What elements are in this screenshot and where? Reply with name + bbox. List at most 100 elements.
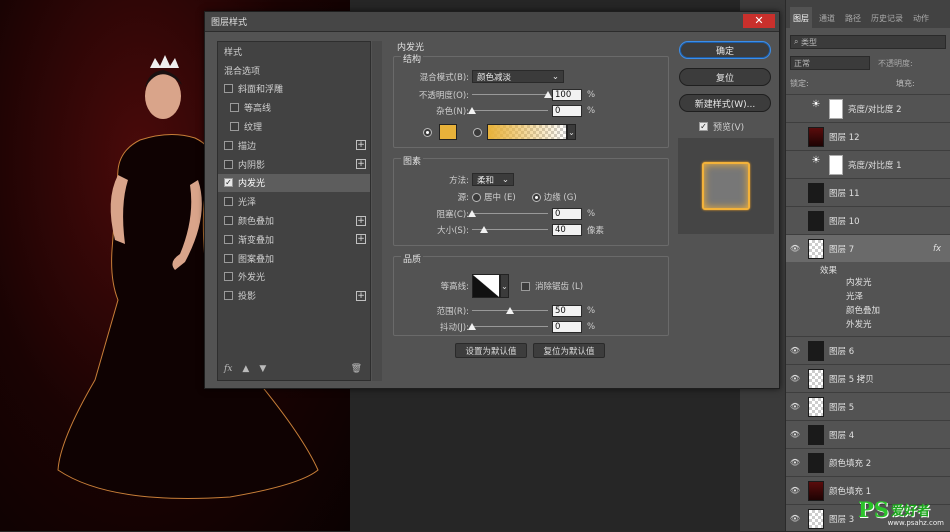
antialias-checkbox[interactable] [521, 281, 530, 291]
noise-input[interactable]: 0 [552, 105, 582, 117]
close-button[interactable]: ✕ [743, 14, 775, 28]
effect-item[interactable]: 内发光 [786, 276, 950, 288]
preview-label[interactable]: 预览(V) [713, 120, 744, 133]
chevron-down-icon[interactable]: ⌄ [567, 124, 576, 140]
move-down-icon[interactable]: ▼ [259, 364, 266, 374]
range-input[interactable]: 50 [552, 305, 582, 317]
layer-row[interactable]: 👁 图层 5 拷贝 [786, 364, 950, 392]
eye-icon[interactable]: 👁 [786, 374, 804, 383]
add-style-icon[interactable]: + [356, 140, 366, 151]
layer-row[interactable]: 图层 10 [786, 206, 950, 234]
size-input[interactable]: 40 [552, 224, 582, 236]
layer-row[interactable]: ☀ 亮度/对比度 1 [786, 150, 950, 178]
style-item-checkbox[interactable] [230, 103, 239, 113]
contour-preview[interactable] [472, 274, 500, 298]
style-item[interactable]: 混合选项 [218, 61, 370, 80]
eye-icon[interactable]: 👁 [786, 430, 804, 439]
add-style-icon[interactable]: + [356, 215, 366, 226]
layer-row[interactable]: 图层 11 [786, 178, 950, 206]
source-edge-label[interactable]: 边缘 (G) [544, 191, 577, 203]
solid-color-radio[interactable] [423, 127, 432, 137]
trash-icon[interactable]: 🗑 [351, 364, 362, 374]
source-edge-radio[interactable] [531, 192, 541, 202]
set-default-button[interactable]: 设置为默认值 [455, 343, 527, 358]
gradient-radio[interactable] [473, 127, 482, 137]
layer-row[interactable]: 👁 图层 6 [786, 336, 950, 364]
layer-row[interactable]: 图层 12 [786, 122, 950, 150]
choke-slider[interactable] [468, 210, 548, 217]
eye-icon[interactable]: 👁 [786, 244, 804, 253]
add-style-icon[interactable]: + [356, 159, 366, 170]
style-item[interactable]: 外发光 [218, 268, 370, 287]
source-center-label[interactable]: 居中 (E) [484, 191, 516, 203]
eye-icon[interactable]: 👁 [786, 486, 804, 495]
layer-row[interactable]: 👁 颜色填充 2 [786, 448, 950, 476]
style-item[interactable]: 光泽 [218, 192, 370, 211]
range-slider[interactable] [472, 307, 548, 314]
layers-tab[interactable]: 图层 [790, 7, 812, 28]
new-style-button[interactable]: 新建样式(W)... [679, 94, 771, 112]
glow-gradient-swatch[interactable] [487, 124, 567, 140]
effect-item[interactable]: 光泽 [786, 290, 950, 302]
eye-icon[interactable]: 👁 [786, 346, 804, 355]
layer-row[interactable]: 👁 图层 4 [786, 420, 950, 448]
layers-tab[interactable]: 历史记录 [868, 13, 906, 28]
jitter-slider-handle[interactable] [468, 323, 476, 330]
jitter-input[interactable]: 0 [552, 321, 582, 333]
layers-tab[interactable]: 通道 [816, 13, 838, 28]
style-item[interactable]: 样式 [218, 42, 370, 61]
style-item-checkbox[interactable] [224, 84, 233, 94]
opacity-input[interactable]: 100 [552, 89, 582, 101]
style-item[interactable]: ✓ 内发光 [218, 173, 370, 193]
opacity-slider-handle[interactable] [544, 91, 552, 98]
style-item[interactable]: 图案叠加 [218, 249, 370, 268]
eye-icon[interactable]: 👁 [786, 514, 804, 523]
style-item-checkbox[interactable] [230, 122, 239, 132]
style-item-checkbox[interactable] [224, 272, 233, 282]
antialias-label[interactable]: 消除锯齿 (L) [535, 280, 583, 292]
add-style-icon[interactable]: + [356, 290, 366, 301]
method-select[interactable]: 柔和 ⌄ [472, 173, 514, 186]
fx-icon[interactable]: fx [933, 244, 941, 254]
style-item[interactable]: 斜面和浮雕 [218, 80, 370, 99]
reset-button[interactable]: 复位 [679, 68, 771, 86]
add-style-icon[interactable]: + [356, 234, 366, 245]
ok-button[interactable]: 确定 [679, 41, 771, 59]
noise-slider-handle[interactable] [468, 107, 476, 114]
reset-default-button[interactable]: 复位为默认值 [533, 343, 605, 358]
style-item[interactable]: 等高线 [218, 98, 370, 117]
range-slider-handle[interactable] [506, 307, 514, 314]
layers-tab[interactable]: 动作 [910, 13, 932, 28]
style-item-checkbox[interactable]: ✓ [224, 178, 233, 188]
style-item[interactable]: 描边 + [218, 136, 370, 155]
size-slider-handle[interactable] [480, 226, 489, 233]
style-item-checkbox[interactable] [224, 291, 233, 301]
move-up-icon[interactable]: ▲ [242, 364, 249, 374]
chevron-down-icon[interactable]: ⌄ [500, 274, 509, 298]
layers-tab[interactable]: 路径 [842, 13, 864, 28]
preview-checkbox[interactable]: ✓ [699, 122, 708, 131]
dialog-titlebar[interactable]: 图层样式 [205, 12, 779, 32]
layer-filter[interactable]: ⌕ 类型 [790, 35, 946, 49]
layer-row[interactable]: 👁 图层 7 fx [786, 234, 950, 262]
style-item-checkbox[interactable] [224, 197, 233, 207]
style-item-checkbox[interactable] [224, 234, 233, 244]
choke-input[interactable]: 0 [552, 208, 582, 220]
opacity-slider[interactable] [472, 91, 552, 98]
style-item[interactable]: 纹理 [218, 117, 370, 136]
size-slider[interactable] [472, 226, 548, 233]
style-item-checkbox[interactable] [224, 140, 233, 150]
jitter-slider[interactable] [468, 323, 548, 330]
style-item-checkbox[interactable] [224, 159, 233, 169]
style-item[interactable]: 投影 + [218, 286, 370, 305]
glow-color-swatch[interactable] [439, 124, 457, 140]
effect-item[interactable]: 颜色叠加 [786, 304, 950, 316]
eye-icon[interactable]: 👁 [786, 458, 804, 467]
layer-row[interactable]: 👁 图层 5 [786, 392, 950, 420]
fx-icon[interactable]: fx [224, 364, 232, 374]
style-item-checkbox[interactable] [224, 253, 233, 263]
style-item-checkbox[interactable] [224, 216, 233, 226]
style-item[interactable]: 渐变叠加 + [218, 230, 370, 249]
noise-slider[interactable] [468, 107, 548, 114]
layer-row[interactable]: ☀ 亮度/对比度 2 [786, 94, 950, 122]
